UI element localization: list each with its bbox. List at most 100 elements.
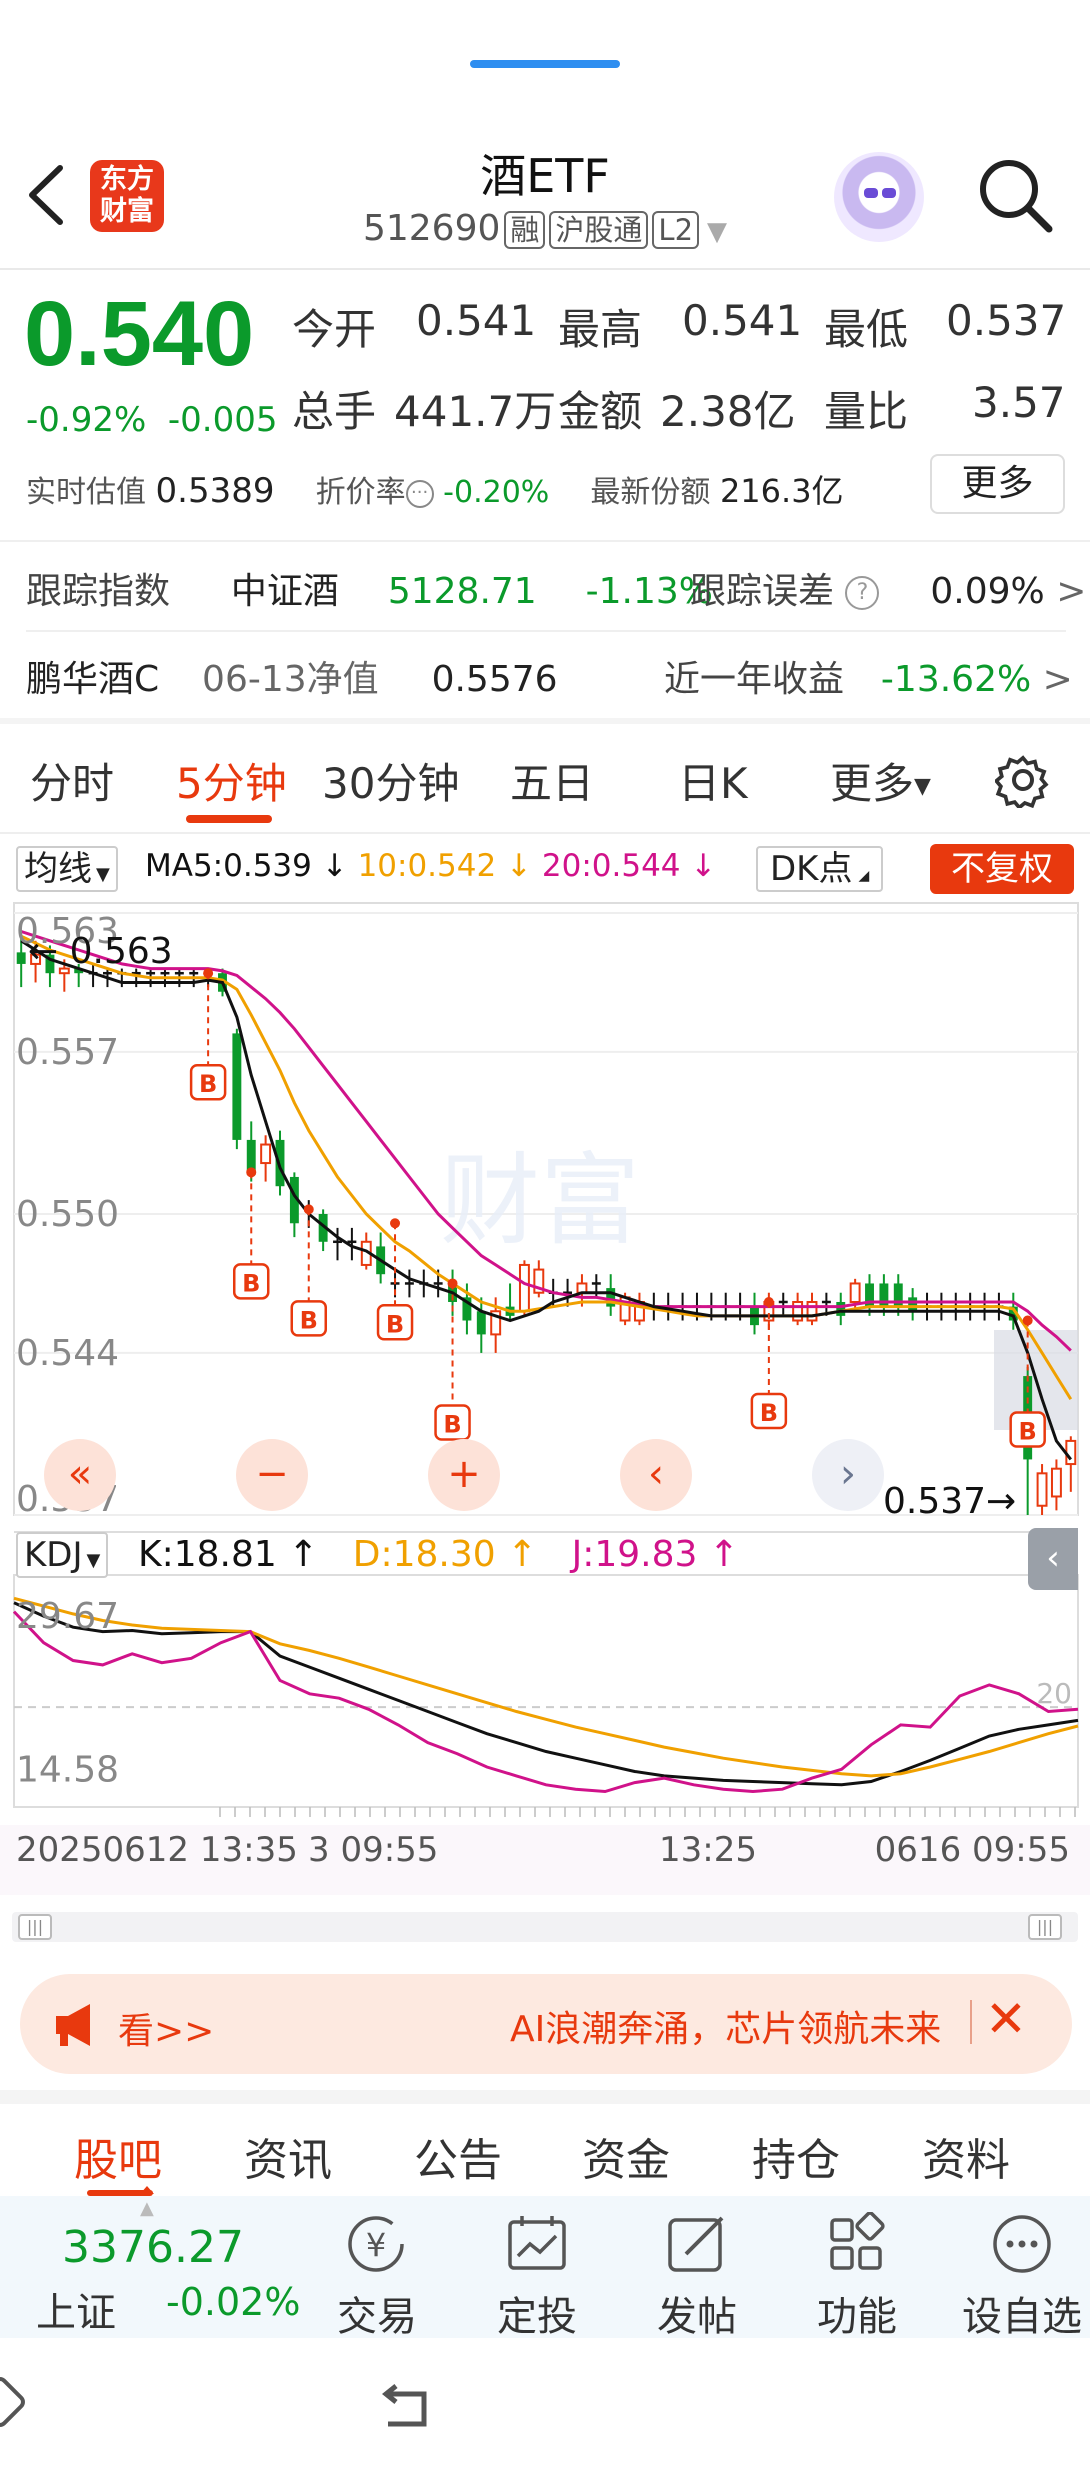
tracking-error[interactable]: 跟踪误差 ? 0.09% > — [690, 562, 1086, 614]
scroll-far-left-button[interactable]: « — [44, 1439, 116, 1511]
trade-label: 交易 — [337, 2294, 417, 2340]
tab-5day[interactable]: 五日 — [510, 750, 594, 811]
dk-point-button[interactable]: DK点 ◢ — [756, 846, 884, 892]
tab-5min[interactable]: 5分钟 — [176, 750, 287, 811]
tab-30min[interactable]: 30分钟 — [322, 750, 459, 811]
sh-index-change: -0.02% — [166, 2280, 301, 2324]
stock-code-row[interactable]: 512690 融沪股通 L2 ▼ — [0, 208, 1090, 249]
tab-timeshare[interactable]: 分时 — [30, 750, 114, 811]
ratio-label: 量比 — [824, 387, 909, 436]
watchlist-button[interactable]: 设自选 — [962, 2212, 1082, 2342]
info-icon[interactable]: ··· — [405, 479, 434, 508]
tab-more[interactable]: 更多▼ — [830, 750, 931, 811]
tab-daily-k[interactable]: 日K — [678, 750, 748, 811]
candle-body — [792, 1300, 804, 1322]
buy-signal-label: B — [386, 1310, 404, 1338]
edit-icon — [668, 2216, 724, 2272]
open-label: 今开 — [292, 305, 377, 354]
chevron-down-icon: ▼ — [707, 217, 728, 247]
scroll-right-button[interactable]: › — [812, 1439, 884, 1511]
tag-level2: L2 — [652, 211, 700, 249]
header-divider — [0, 268, 1090, 270]
post-button[interactable]: 发帖 — [642, 2212, 752, 2342]
close-icon[interactable]: ✕ — [985, 1990, 1027, 2048]
estimate-label: 实时估值 — [26, 475, 146, 510]
fund-name: 鹏华酒C — [26, 659, 160, 700]
section-divider — [0, 2090, 1090, 2104]
tab-capital[interactable]: 资金 — [582, 2124, 670, 2188]
chart-range-scroller[interactable] — [12, 1912, 1078, 1942]
caret-up-icon: ▲ — [140, 2198, 154, 2219]
page-title: 酒ETF — [480, 149, 610, 203]
scroller-left-handle[interactable]: ||| — [18, 1914, 52, 1940]
scroll-left-button[interactable]: ‹ — [620, 1439, 692, 1511]
adjust-button[interactable]: 不复权 — [930, 844, 1074, 894]
year-return[interactable]: 近一年收益 -13.62% > — [664, 650, 1073, 702]
low-value: 0.537 — [946, 296, 1067, 345]
sub-indicator-dropdown[interactable]: KDJ ▼ — [16, 1532, 109, 1578]
price-change: -0.92% -0.005 — [26, 400, 278, 440]
indicator-dropdown[interactable]: 均线 ▼ — [16, 846, 118, 892]
gear-icon[interactable] — [993, 752, 1051, 811]
tab-forum[interactable]: 股吧 — [74, 2124, 162, 2188]
ai-assistant-avatar[interactable] — [834, 152, 924, 242]
zoom-in-button[interactable]: + — [428, 1439, 500, 1511]
candle-body — [260, 1143, 272, 1165]
zoom-out-button[interactable]: − — [236, 1439, 308, 1511]
system-home-icon[interactable] — [0, 2373, 29, 2431]
tab-news[interactable]: 资讯 — [244, 2124, 332, 2188]
search-icon[interactable] — [975, 155, 1055, 235]
change-amount: -0.005 — [167, 400, 278, 440]
tab-announcements[interactable]: 公告 — [414, 2124, 502, 2188]
buy-signal-label: B — [199, 1070, 217, 1098]
discount-label: 折价率 — [315, 475, 406, 510]
year-return-label: 近一年收益 — [664, 659, 845, 700]
sh-index-name: 上证 — [36, 2290, 116, 2336]
trade-icon: ¥ — [348, 2216, 404, 2272]
more-button[interactable]: 更多 — [930, 454, 1065, 514]
high-label: 最高 — [558, 305, 643, 354]
help-icon[interactable]: ? — [845, 576, 880, 610]
sh-index-value[interactable]: 3376.27 — [62, 2222, 244, 2273]
corner-triangle-icon: ◢ — [858, 868, 870, 884]
stock-code: 512690 — [362, 208, 501, 249]
candle-body — [1050, 1467, 1062, 1498]
section-divider — [0, 718, 1090, 724]
kdj-d-line — [13, 1596, 1079, 1778]
banner-view-link[interactable]: 看>> — [118, 2002, 214, 2054]
ma-values: MA5:0.539 ↓ 10:0.542 ↓ 20:0.544 ↓ — [145, 848, 716, 884]
caret-down-icon: ▼ — [86, 1550, 101, 1571]
fixed-invest-button[interactable]: 定投 — [482, 2212, 592, 2342]
ratio-value: 3.57 — [972, 378, 1066, 427]
kline-chart[interactable]: 财富 BBBBBBB 0.5630.5570.5500.5440.537 ← 0… — [0, 895, 1090, 1895]
banner-text[interactable]: AI浪潮奔涌，芯片领航未来 — [510, 2000, 960, 2052]
system-back-icon[interactable] — [378, 2384, 438, 2434]
trade-button[interactable]: ¥ 交易 — [322, 2212, 432, 2342]
scroller-right-handle[interactable]: ||| — [1028, 1914, 1062, 1940]
tab-profile[interactable]: 资料 — [922, 2124, 1010, 2188]
tracking-row[interactable]: 跟踪指数 中证酒 5128.71 -1.13% — [26, 562, 713, 614]
buy-signal-label: B — [242, 1269, 260, 1297]
shares-value: 216.3亿 — [719, 472, 844, 510]
tab-holdings[interactable]: 持仓 — [752, 2124, 840, 2188]
candle-body — [1036, 1472, 1048, 1507]
collapse-panel-button[interactable]: ‹ — [1028, 1528, 1078, 1590]
tracking-label: 跟踪指数 — [26, 571, 171, 612]
high-marker: ← 0.563 — [28, 931, 173, 972]
fixed-invest-label: 定投 — [497, 2294, 577, 2340]
fund-row[interactable]: 鹏华酒C 06-13净值 0.5576 — [26, 650, 558, 702]
tracking-index-value: 5128.71 — [387, 571, 537, 612]
candle-body — [849, 1282, 861, 1303]
tag-margin: 融 — [504, 211, 546, 249]
nav-value: 0.5576 — [431, 659, 558, 700]
kdj-d-value: D:18.30 ↑ — [352, 1534, 538, 1575]
estimate-value: 0.5389 — [155, 471, 275, 511]
watermark: 财富 — [440, 1142, 640, 1259]
year-return-value: -13.62% — [880, 659, 1032, 700]
functions-button[interactable]: 功能 — [802, 2212, 912, 2342]
open-value: 0.541 — [416, 296, 537, 345]
chevron-right-icon: > — [1056, 571, 1087, 612]
kdj-reference-label: 20 — [1036, 1677, 1072, 1710]
drag-handle[interactable] — [470, 60, 620, 68]
discount-value: -0.20% — [443, 475, 550, 510]
